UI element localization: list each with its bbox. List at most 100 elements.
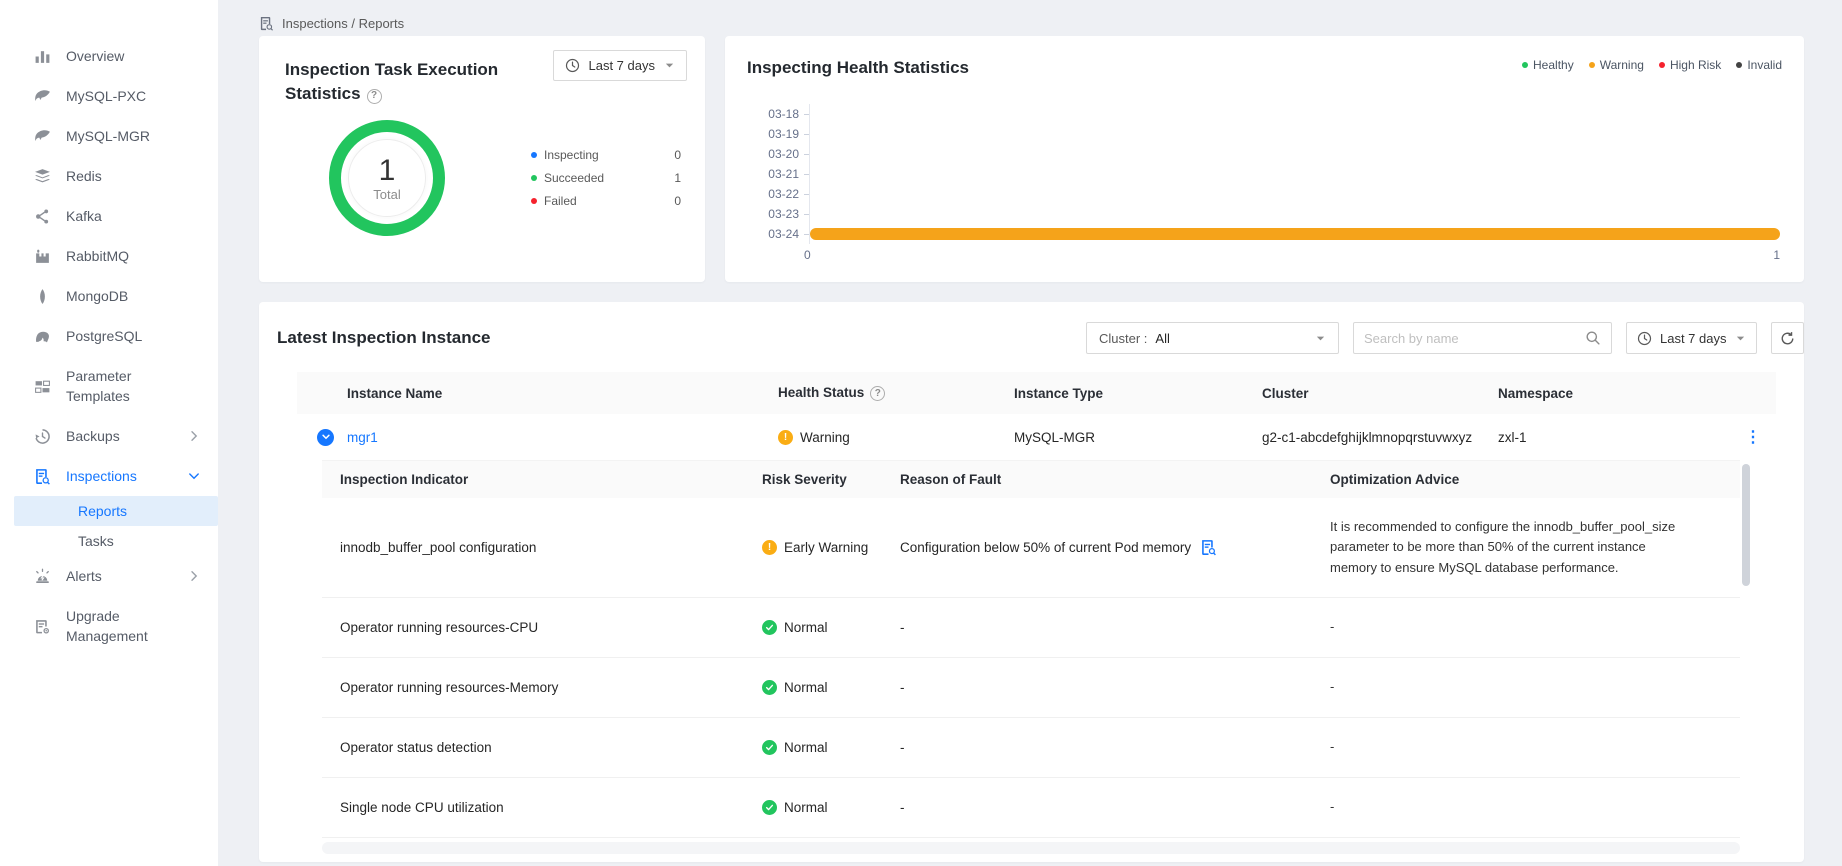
advice-cell: - [1330,677,1740,697]
sidebar-item-label: Inspections [66,466,174,486]
y-axis-tick-label: 03-20 [747,144,809,164]
exec-time-range-value: Last 7 days [589,58,656,73]
severity-badge: Normal [762,800,900,815]
doc-search-icon [34,468,51,485]
inspection-detail-row: innodb_buffer_pool configuration!Early W… [322,498,1740,598]
sidebar-item-backups[interactable]: Backups [0,416,218,456]
legend-label: Healthy [1533,58,1574,72]
legend-dot-icon [1522,62,1528,68]
search-icon[interactable] [1585,330,1601,346]
legend-dot-icon [1736,62,1742,68]
report-doc-icon[interactable] [1200,539,1217,556]
row-actions-menu[interactable]: ⋮ [1745,427,1762,447]
health-legend-item[interactable]: Healthy [1522,58,1574,72]
inspection-detail-row: Single node CPU utilizationNormal-- [322,778,1740,838]
sidebar-item-alerts[interactable]: Alerts [0,556,218,596]
doc-gear-icon [34,618,51,635]
health-chart-legend: Healthy Warning High Risk Invalid [1522,58,1782,72]
indicator-cell: Single node CPU utilization [322,800,762,815]
instances-table: Instance Name Health Status? Instance Ty… [297,372,1776,854]
layers-icon [34,168,51,185]
health-legend-item[interactable]: Invalid [1736,58,1782,72]
instances-table-header: Instance Name Health Status? Instance Ty… [297,372,1776,414]
sidebar-item-parameter-templates[interactable]: Parameter Templates [0,356,218,416]
sidebar-item-label: Alerts [66,566,174,586]
breadcrumb: Inspections / Reports [259,0,1804,36]
chevron-right-icon [188,570,200,582]
reason-cell: - [900,680,1330,695]
instance-row: mgr1 !Warning MySQL-MGR g2-c1-abcdefghij… [297,414,1776,460]
donut-legend-item[interactable]: Succeeded1 [531,171,681,185]
severity-label: Normal [784,740,828,755]
inspection-details-table: Inspection Indicator Risk Severity Reaso… [322,460,1740,854]
sidebar-item-overview[interactable]: Overview [0,36,218,76]
rabbit-icon [34,248,51,265]
latest-inspection-title: Latest Inspection Instance [277,326,491,350]
x-axis-tick-label: 1 [1773,248,1780,262]
top-cards-row: Inspection Task Execution Statistics? La… [259,36,1804,282]
sidebar-item-inspections[interactable]: Inspections [0,456,218,496]
severity-badge: Normal [762,620,900,635]
horizontal-scrollbar[interactable] [322,842,1740,854]
legend-label: Inspecting [544,148,599,162]
donut-chart-area: 1 Total Inspecting0Succeeded1Failed0 [285,120,683,236]
sidebar-item-mysql-pxc[interactable]: MySQL-PXC [0,76,218,116]
advice-cell: It is recommended to configure the innod… [1330,517,1740,577]
cluster-select-label: Cluster : [1099,331,1147,346]
sidebar-item-label: MySQL-PXC [66,86,174,106]
exec-stats-title: Inspection Task Execution Statistics? [285,58,515,106]
col-inspection-indicator: Inspection Indicator [322,472,762,487]
sidebar-item-tasks[interactable]: Tasks [14,526,218,556]
refresh-button[interactable] [1771,322,1804,354]
inspection-detail-row: Operator status detectionNormal-- [322,718,1740,778]
cluster-select[interactable]: Cluster : All [1086,322,1339,354]
legend-value: 0 [674,194,681,208]
sidebar-item-rabbitmq[interactable]: RabbitMQ [0,236,218,276]
sidebar-item-reports[interactable]: Reports [14,496,218,526]
donut-legend-item[interactable]: Failed0 [531,194,681,208]
legend-dot-icon [1659,62,1665,68]
sidebar-item-label: Kafka [66,206,174,226]
health-legend-item[interactable]: High Risk [1659,58,1721,72]
indicator-cell: Operator running resources-Memory [322,680,762,695]
inspection-detail-row: Operator running resources-MemoryNormal-… [322,658,1740,718]
sidebar-item-upgrade-management[interactable]: Upgrade Management [0,596,218,656]
legend-value: 0 [674,148,681,162]
legend-label: High Risk [1670,58,1721,72]
sidebar-item-mongodb[interactable]: MongoDB [0,276,218,316]
help-icon[interactable]: ? [367,89,382,104]
warning-icon: ! [778,430,793,445]
main-content: Inspections / Reports Inspection Task Ex… [218,0,1842,866]
clock-icon [1637,331,1652,346]
sidebar-item-kafka[interactable]: Kafka [0,196,218,236]
sidebar-item-postgresql[interactable]: PostgreSQL [0,316,218,356]
severity-badge: Normal [762,740,900,755]
indicator-cell: innodb_buffer_pool configuration [322,540,762,555]
health-chart-plot [809,104,1780,244]
help-icon[interactable]: ? [870,386,885,401]
instance-name-link[interactable]: mgr1 [347,430,378,445]
sidebar-item-label: Backups [66,426,174,446]
exec-time-range-select[interactable]: Last 7 days [553,50,688,81]
health-legend-item[interactable]: Warning [1589,58,1644,72]
vertical-scrollbar[interactable] [1742,464,1750,586]
inspection-report-icon [259,16,274,31]
legend-label: Invalid [1747,58,1782,72]
indicator-cell: Operator status detection [322,740,762,755]
dolphin-icon [34,128,51,145]
collapse-row-button[interactable] [317,429,334,446]
search-input[interactable] [1364,331,1585,346]
sidebar-item-redis[interactable]: Redis [0,156,218,196]
chevron-down-icon [188,470,200,482]
donut-legend-item[interactable]: Inspecting 0 [531,148,681,162]
health-bar-chart: 03-1803-1903-2003-2103-2203-2303-24 [747,104,1780,244]
instance-type-value: MySQL-MGR [1014,430,1262,445]
x-axis-tick-label: 0 [804,248,811,262]
latest-time-range-select[interactable]: Last 7 days [1626,322,1757,354]
latest-time-range-value: Last 7 days [1660,331,1727,346]
inspection-detail-row: Operator running resources-CPUNormal-- [322,598,1740,658]
y-axis-tick-label: 03-18 [747,104,809,124]
sidebar: Overview MySQL-PXC MySQL-MGRRedis Kafka Rabb… [0,0,218,866]
sidebar-item-mysql-mgr[interactable]: MySQL-MGR [0,116,218,156]
chevron-down-icon [1315,333,1326,344]
